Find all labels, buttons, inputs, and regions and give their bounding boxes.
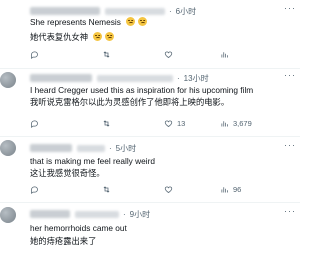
more-options-button[interactable]: ··· xyxy=(284,140,296,150)
like-button[interactable] xyxy=(164,185,173,194)
timestamp[interactable]: 5小时 xyxy=(116,143,136,154)
action-bar: 96 xyxy=(30,185,300,197)
reply-text-zh: 这让我感觉很奇怪。 xyxy=(30,168,105,178)
reply-button[interactable] xyxy=(30,185,39,194)
repost-icon xyxy=(103,51,110,58)
repost-button[interactable] xyxy=(102,50,111,59)
sad-face-emoji-icon xyxy=(138,17,148,26)
reply-icon xyxy=(30,120,38,128)
timestamp[interactable]: 9小时 xyxy=(130,209,150,220)
divider xyxy=(0,136,300,137)
views-button[interactable] xyxy=(220,50,229,59)
repost-icon xyxy=(103,120,110,127)
timestamp[interactable]: 13小时 xyxy=(184,73,209,84)
divider xyxy=(0,202,300,203)
reply-icon xyxy=(30,51,38,59)
like-count: 13 xyxy=(177,119,186,128)
separator: · xyxy=(109,143,112,153)
reply-text-en: I heard Cregger used this as inspiration… xyxy=(30,85,254,95)
like-icon xyxy=(164,120,173,127)
sad-face-emoji-icon xyxy=(93,32,103,41)
avatar[interactable] xyxy=(0,140,16,156)
reply-text-en-content: She represents Nemesis xyxy=(30,17,121,27)
blurred-display-name[interactable] xyxy=(30,74,92,82)
separator: · xyxy=(123,209,126,219)
repost-icon xyxy=(103,186,110,193)
more-options-button[interactable]: ··· xyxy=(284,206,296,216)
blurred-display-name[interactable] xyxy=(30,7,100,15)
like-button[interactable]: 13 xyxy=(164,119,185,128)
blurred-handle[interactable] xyxy=(75,210,119,218)
blurred-handle[interactable] xyxy=(77,144,105,152)
reply-button[interactable] xyxy=(30,50,39,59)
reply-text-zh: 我听说克雷格尔以此为灵感创作了他即将上映的电影。 xyxy=(30,97,230,107)
separator: · xyxy=(169,6,172,16)
more-options-button[interactable]: ··· xyxy=(284,3,296,13)
repost-button[interactable] xyxy=(102,119,111,128)
views-icon xyxy=(221,52,228,58)
blurred-display-name[interactable] xyxy=(30,210,70,218)
views-button[interactable]: 3,679 xyxy=(220,119,252,128)
like-button[interactable] xyxy=(164,50,173,59)
divider xyxy=(0,68,300,69)
reply-header: · 5小时 xyxy=(30,142,136,154)
avatar[interactable] xyxy=(0,72,16,88)
blurred-handle[interactable] xyxy=(105,7,165,15)
reply-button[interactable] xyxy=(30,119,39,128)
blurred-handle[interactable] xyxy=(97,74,173,82)
like-icon xyxy=(164,51,173,58)
views-button[interactable]: 96 xyxy=(220,185,241,194)
sad-face-emoji-icon xyxy=(105,32,115,41)
views-count: 96 xyxy=(233,185,242,194)
action-bar: 13 3,679 xyxy=(30,119,300,131)
blurred-display-name[interactable] xyxy=(30,144,72,152)
reply-text-zh: 她代表复仇女神 xyxy=(30,32,115,42)
reply-header: · 6小时 xyxy=(30,5,196,17)
reply-icon xyxy=(30,186,38,194)
like-icon xyxy=(164,186,173,193)
views-count: 3,679 xyxy=(233,119,252,128)
separator: · xyxy=(177,73,180,83)
reply-text-zh-content: 她代表复仇女神 xyxy=(30,32,89,42)
reply-text-zh: 她的痔疮露出来了 xyxy=(30,236,97,246)
views-icon xyxy=(221,121,228,127)
reply-text-en: that is making me feel really weird xyxy=(30,156,155,166)
repost-button[interactable] xyxy=(102,185,111,194)
more-options-button[interactable]: ··· xyxy=(284,70,296,80)
reply-text-en: She represents Nemesis xyxy=(30,17,148,27)
action-bar xyxy=(30,50,300,62)
reply-header: · 13小时 xyxy=(30,72,209,84)
avatar[interactable] xyxy=(0,207,16,223)
sad-face-emoji-icon xyxy=(126,17,136,26)
views-icon xyxy=(221,187,228,193)
reply-text-en: her hemorrhoids came out xyxy=(30,223,127,233)
reply-header: · 9小时 xyxy=(30,208,150,220)
timestamp[interactable]: 6小时 xyxy=(176,6,196,17)
